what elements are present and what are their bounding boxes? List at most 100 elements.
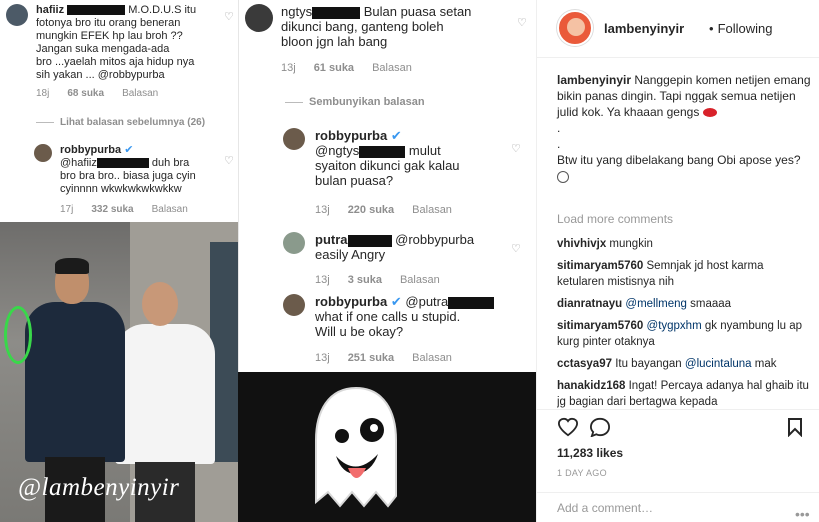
comment-input[interactable] (557, 501, 787, 515)
comment-hafiiz: hafiiz M.O.D.U.S itu fotonya bro itu ora… (6, 4, 234, 104)
comment-mention[interactable]: @tygpxhm (647, 320, 702, 332)
highlight-circle (4, 306, 32, 364)
caption-dot: . (557, 137, 561, 151)
avatar[interactable] (557, 10, 593, 46)
comment-robbypurba: robbypurba ✔ @hafiiz duh bra bro bra bro… (34, 144, 234, 220)
heart-icon: ♡ (511, 143, 521, 155)
ghost-panel (238, 372, 536, 522)
bookmark-icon[interactable] (787, 417, 803, 437)
redaction-bar (448, 296, 495, 309)
comment-username[interactable]: dianratnayu (557, 298, 622, 310)
heart-icon: ♡ (224, 155, 234, 167)
avatar (245, 4, 273, 32)
comment-likes: 61 suka (313, 62, 355, 74)
comment-time: 18j (36, 88, 50, 99)
post-sidebar: lambenyinyir • Following lambenyinyir Nan… (536, 0, 819, 522)
comment-putra: putra @robbypurba easily Angry ♡ 13j 3 su… (283, 232, 531, 286)
follow-status: • Following (709, 21, 772, 36)
list-item: vhivhivjx mungkin (557, 236, 812, 252)
comment-reply: Balasan (399, 274, 440, 286)
comment-text: M.O.D.U.S itu (128, 4, 197, 16)
comment-reply: Balasan (122, 88, 159, 99)
comment-mention: @ngtys (315, 143, 360, 158)
comment-mention: @putra (405, 294, 449, 309)
comment-text: mak (754, 358, 777, 370)
following-button[interactable]: Following (718, 21, 773, 36)
comment-text: bro ...yaelah mitos aja hidup nya (36, 56, 195, 68)
comment-text: duh bra (151, 157, 190, 169)
comment-username[interactable]: sitimaryam5760 (557, 320, 643, 332)
comment-text: dikunci bang, ganteng boleh (281, 19, 444, 34)
comment-reply: Balasan (412, 352, 452, 364)
comment-mention[interactable]: @lucintaluna (685, 358, 752, 370)
heart-icon: ♡ (224, 11, 234, 23)
load-more-comments[interactable]: Load more comments (557, 212, 673, 226)
likes-count[interactable]: 11,283 likes (557, 446, 623, 460)
redaction-bar (359, 145, 406, 158)
redaction-bar (347, 234, 392, 247)
comment-text: bulan puasa? (315, 173, 394, 188)
avatar (283, 294, 305, 316)
comment-username[interactable]: vhivhivjx (557, 238, 606, 250)
separator-dot: • (709, 21, 714, 36)
avatar (6, 4, 28, 26)
comment-text: mungkin EFEK hp lau broh ?? (36, 30, 183, 42)
comment-robbypurba-reply-1: robbypurba ✔ @ngtys mulut syaiton dikunc… (283, 128, 531, 218)
comment-mention[interactable]: @mellmeng (625, 298, 687, 310)
comment-text: Will u be okay? (315, 324, 404, 339)
caption-username[interactable]: lambenyinyir (557, 73, 631, 87)
redaction-bar (67, 5, 126, 16)
header-username[interactable]: lambenyinyir (604, 21, 684, 36)
comment-text: fotonya bro itu orang beneran (36, 17, 181, 29)
comment-likes: 68 suka (67, 88, 105, 99)
post-media[interactable]: hafiiz M.O.D.U.S itu fotonya bro itu ora… (0, 0, 536, 522)
post-header: lambenyinyir • Following (537, 0, 819, 58)
heart-icon: ♡ (511, 243, 521, 255)
comment-username[interactable]: cctasya97 (557, 358, 612, 370)
avatar (34, 144, 52, 162)
comment-text: what if one calls u stupid. (315, 309, 461, 324)
comment-likes: 220 suka (347, 204, 395, 216)
comment-text: Itu bayangan (615, 358, 682, 370)
add-comment-bar (537, 492, 819, 522)
redaction-bar (312, 6, 361, 19)
lips-emoji-icon (702, 108, 717, 118)
comment-mention: @hafiiz (60, 157, 97, 169)
verified-icon: ✔ (124, 144, 134, 156)
caption-dot: . (557, 121, 561, 135)
comment-text: easily Angry (315, 247, 386, 262)
comment-time: 13j (315, 352, 330, 364)
heart-icon: ♡ (517, 17, 527, 29)
comment-robbypurba-reply-2: robbypurba ✔ @putra what if one calls u … (283, 294, 531, 366)
verified-icon: ✔ (390, 128, 402, 143)
comment-username[interactable]: hanakidz168 (557, 380, 625, 392)
comment-text: Jangan suka mengada-ada (36, 43, 170, 55)
comments-list: vhivhivjx mungkin sitimaryam5760 Semnjak… (557, 236, 812, 414)
comment-text: mungkin (609, 238, 653, 250)
avatar (283, 232, 305, 254)
comment-reply: Balasan (151, 204, 188, 215)
post-actions (537, 409, 819, 441)
ghost-icon (308, 384, 404, 514)
comment-likes: 332 suka (91, 204, 134, 215)
comment-time: 13j (315, 204, 330, 216)
list-item: sitimaryam5760 Semnjak jd host karma ket… (557, 258, 812, 290)
comment-ngtys: ngtys Bulan puasa setan dikunci bang, ga… (245, 4, 531, 78)
like-heart-icon[interactable] (557, 417, 579, 437)
caption-text-2: Btw itu yang dibelakang bang Obi apose y… (557, 153, 801, 167)
comment-text: syaiton dikunci gak kalau (315, 158, 460, 173)
comment-text: mulut (408, 143, 441, 158)
list-item: cctasya97 Itu bayangan @lucintaluna mak (557, 356, 812, 372)
more-options-icon[interactable]: ••• (795, 506, 810, 522)
comment-text: Bulan puasa setan (363, 4, 472, 19)
comment-likes: 251 suka (347, 352, 395, 364)
comment-time: 13j (281, 62, 296, 74)
comment-reply: Balasan (372, 62, 412, 74)
screenshot-panel-1: hafiiz M.O.D.U.S itu fotonya bro itu ora… (0, 0, 238, 222)
comment-time: 13j (315, 274, 330, 286)
view-previous-replies: Lihat balasan sebelumnya (26) (36, 117, 205, 128)
comment-icon[interactable] (589, 417, 611, 437)
comment-text: cyinnnn wkwkwkwkwkkw (60, 183, 182, 195)
comment-text: @robbypurba (395, 232, 475, 247)
comment-username[interactable]: sitimaryam5760 (557, 260, 643, 272)
